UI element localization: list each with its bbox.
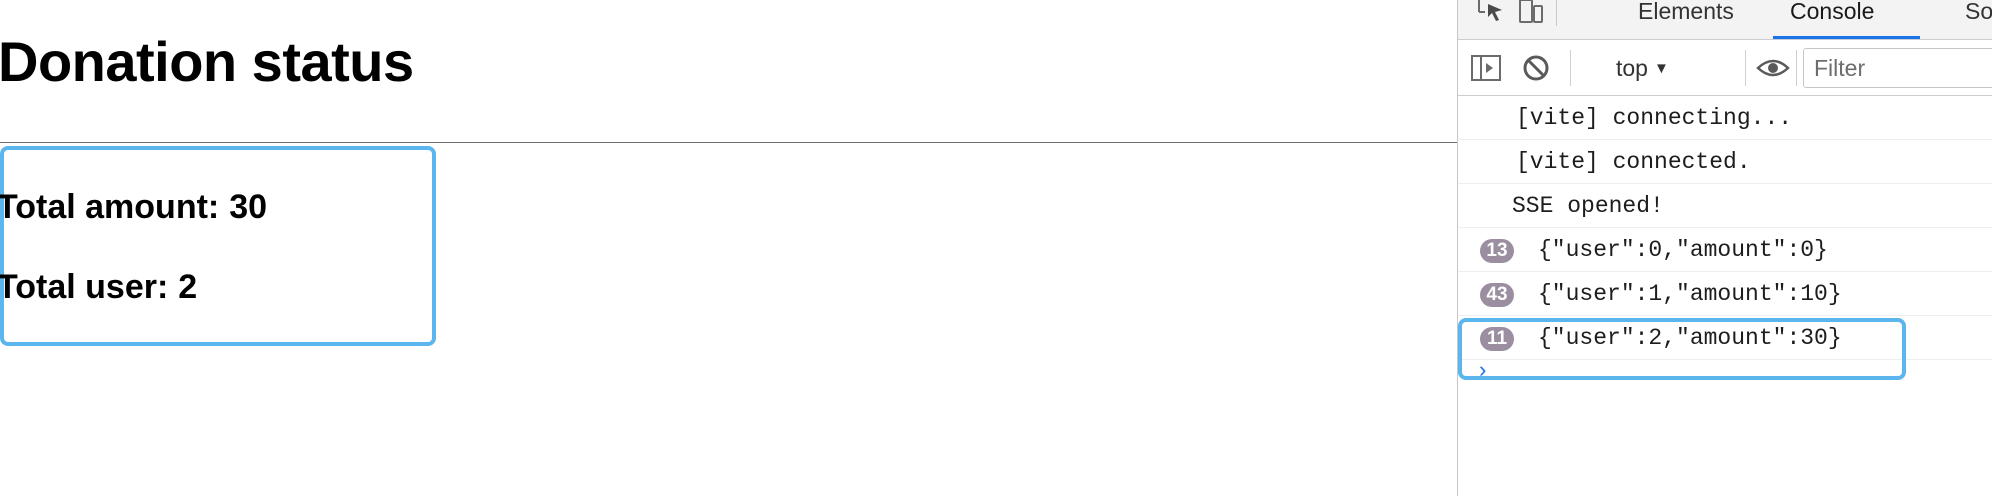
page-title: Donation status bbox=[0, 30, 414, 93]
stats-highlight-box bbox=[0, 146, 436, 346]
devtools-tabbar: Elements Console Sou bbox=[1458, 0, 1992, 40]
eye-icon[interactable] bbox=[1756, 54, 1790, 84]
console-output: [vite] connecting... [vite] connected. S… bbox=[1458, 96, 1992, 360]
tab-elements[interactable]: Elements bbox=[1638, 0, 1734, 39]
console-message: [vite] connected. bbox=[1516, 149, 1751, 175]
console-line: 11 {"user":2,"amount":30} bbox=[1458, 316, 1992, 360]
console-line: 13 {"user":0,"amount":0} bbox=[1458, 228, 1992, 272]
console-message: [vite] connecting... bbox=[1516, 105, 1793, 131]
divider bbox=[0, 142, 1457, 143]
repeat-count-badge: 43 bbox=[1480, 283, 1514, 307]
tab-console[interactable]: Console bbox=[1790, 0, 1874, 39]
device-toggle-icon[interactable] bbox=[1516, 0, 1546, 26]
console-filter-input[interactable] bbox=[1803, 48, 1992, 88]
devtools-panel: Elements Console Sou top ▼ bbox=[1457, 0, 1992, 496]
console-line: SSE opened! bbox=[1458, 184, 1992, 228]
console-message: {"user":2,"amount":30} bbox=[1538, 325, 1842, 351]
total-amount-label: Total amount: bbox=[0, 188, 220, 226]
repeat-count-badge: 13 bbox=[1480, 239, 1514, 263]
context-selector[interactable]: top ▼ bbox=[1616, 52, 1669, 84]
tabbar-separator bbox=[1556, 0, 1557, 26]
console-line: [vite] connecting... bbox=[1458, 96, 1992, 140]
console-prompt[interactable]: › bbox=[1476, 360, 1489, 384]
console-line: 43 {"user":1,"amount":10} bbox=[1458, 272, 1992, 316]
sidebar-toggle-icon[interactable] bbox=[1470, 54, 1504, 84]
repeat-count-badge: 11 bbox=[1480, 327, 1514, 351]
active-tab-indicator bbox=[1773, 36, 1920, 39]
context-value: top bbox=[1616, 55, 1648, 81]
console-toolbar: top ▼ bbox=[1458, 40, 1992, 96]
tab-sources[interactable]: Sou bbox=[1965, 0, 1992, 39]
console-message: SSE opened! bbox=[1512, 193, 1664, 219]
total-user-text: Total user: 2 bbox=[0, 267, 197, 307]
console-message: {"user":1,"amount":10} bbox=[1538, 281, 1842, 307]
toolbar-separator bbox=[1570, 50, 1571, 86]
app-page: Donation status Total amount: 30 Total us… bbox=[0, 0, 1457, 496]
toolbar-separator-2 bbox=[1745, 50, 1746, 86]
total-amount-text: Total amount: 30 bbox=[0, 187, 267, 227]
total-user-label: Total user: bbox=[0, 268, 169, 306]
inspect-icon[interactable] bbox=[1476, 0, 1506, 26]
clear-console-icon[interactable] bbox=[1520, 54, 1554, 84]
total-amount-value: 30 bbox=[229, 188, 268, 226]
total-user-value: 2 bbox=[178, 268, 198, 306]
caret-down-icon: ▼ bbox=[1653, 60, 1669, 77]
console-message: {"user":0,"amount":0} bbox=[1538, 237, 1828, 263]
console-line: [vite] connected. bbox=[1458, 140, 1992, 184]
toolbar-separator-3 bbox=[1796, 50, 1797, 86]
